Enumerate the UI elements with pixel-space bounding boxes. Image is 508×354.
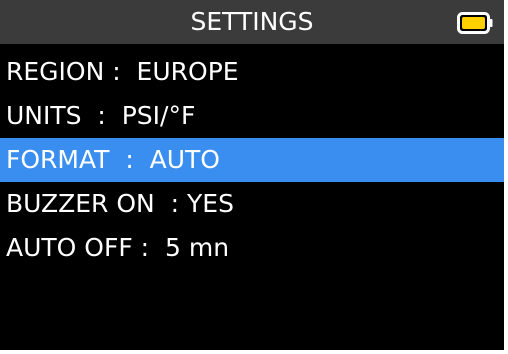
battery-icon [457, 12, 493, 34]
menu-item-format[interactable]: FORMAT : AUTO [0, 138, 504, 182]
bottom-border [0, 350, 508, 354]
settings-screen: SETTINGS REGION : EUROPE UNITS : PSI/°F … [0, 0, 504, 350]
menu-item-units[interactable]: UNITS : PSI/°F [0, 94, 504, 138]
menu-item-buzzer[interactable]: BUZZER ON : YES [0, 182, 504, 226]
menu-item-auto-off[interactable]: AUTO OFF : 5 mn [0, 226, 504, 270]
right-border [504, 0, 508, 354]
settings-menu: REGION : EUROPE UNITS : PSI/°F FORMAT : … [0, 50, 504, 270]
header-bar: SETTINGS [0, 0, 504, 44]
menu-item-region[interactable]: REGION : EUROPE [0, 50, 504, 94]
page-title: SETTINGS [190, 7, 314, 36]
